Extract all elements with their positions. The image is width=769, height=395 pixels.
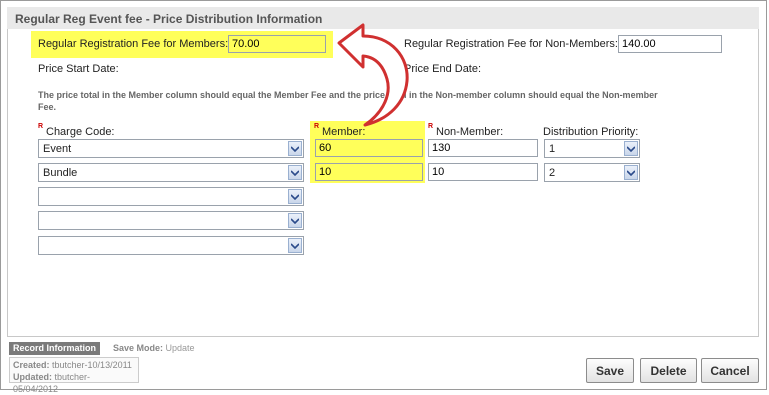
member-required-marker: R [314, 123, 320, 130]
charge-code-header: Charge Code: [46, 126, 115, 138]
member-fee-label: Regular Registration Fee for Members: [38, 38, 229, 50]
charge-code-required-marker: R [38, 123, 44, 130]
charge-code-select[interactable]: Event [38, 139, 304, 158]
priority-select[interactable]: 2 [544, 163, 640, 182]
priority-value: 2 [549, 167, 556, 179]
record-information-tab[interactable]: Record Information [9, 342, 101, 355]
chevron-down-icon[interactable] [624, 141, 638, 156]
dialog-title: Regular Reg Event fee - Price Distributi… [15, 12, 323, 26]
price-end-date-label: Price End Date: [404, 63, 482, 75]
updated-label: Updated: [13, 372, 52, 382]
chevron-down-icon[interactable] [288, 165, 302, 180]
charge-code-select[interactable] [38, 187, 304, 206]
member-amount-input[interactable] [315, 163, 423, 181]
chevron-down-icon[interactable] [624, 165, 638, 180]
priority-select[interactable]: 1 [544, 139, 640, 158]
charge-code-select[interactable]: Bundle [38, 163, 304, 182]
price-distribution-panel: Regular Registration Fee for Members: Re… [7, 23, 759, 337]
created-value: tbutcher-10/13/2011 [52, 360, 132, 370]
chevron-down-icon[interactable] [288, 141, 302, 156]
record-meta: Created: tbutcher-10/13/2011 Updated: tb… [9, 357, 139, 394]
save-mode-label: Save Mode: [113, 343, 164, 353]
charge-code-value: Bundle [43, 167, 78, 179]
non-member-header: Non-Member: [436, 126, 504, 138]
chevron-down-icon[interactable] [288, 238, 302, 253]
nonmember-fee-label: Regular Registration Fee for Non-Members… [404, 38, 618, 50]
non-member-amount-input[interactable] [428, 139, 538, 157]
curved-arrow-icon [337, 23, 409, 127]
chevron-down-icon[interactable] [288, 189, 302, 204]
member-fee-input[interactable] [228, 35, 326, 53]
save-mode: Save Mode: Update [113, 343, 195, 353]
priority-header: Distribution Priority: [543, 126, 639, 138]
cancel-button[interactable]: Cancel [701, 358, 759, 383]
member-amount-input[interactable] [315, 139, 423, 157]
chevron-down-icon[interactable] [288, 213, 302, 228]
save-button[interactable]: Save [586, 358, 634, 383]
charge-code-value: Event [43, 143, 72, 155]
price-start-date-label: Price Start Date: [38, 63, 119, 75]
delete-button[interactable]: Delete [640, 358, 697, 383]
non-member-amount-input[interactable] [428, 163, 538, 181]
charge-code-select[interactable] [38, 236, 304, 255]
non-member-required-marker: R [428, 123, 434, 130]
created-label: Created: [13, 360, 50, 370]
priority-value: 1 [549, 143, 556, 155]
save-mode-value: Update [165, 343, 195, 353]
charge-code-select[interactable] [38, 211, 304, 230]
dialog-frame: Regular Reg Event fee - Price Distributi… [0, 0, 767, 394]
nonmember-fee-input[interactable] [618, 35, 722, 53]
